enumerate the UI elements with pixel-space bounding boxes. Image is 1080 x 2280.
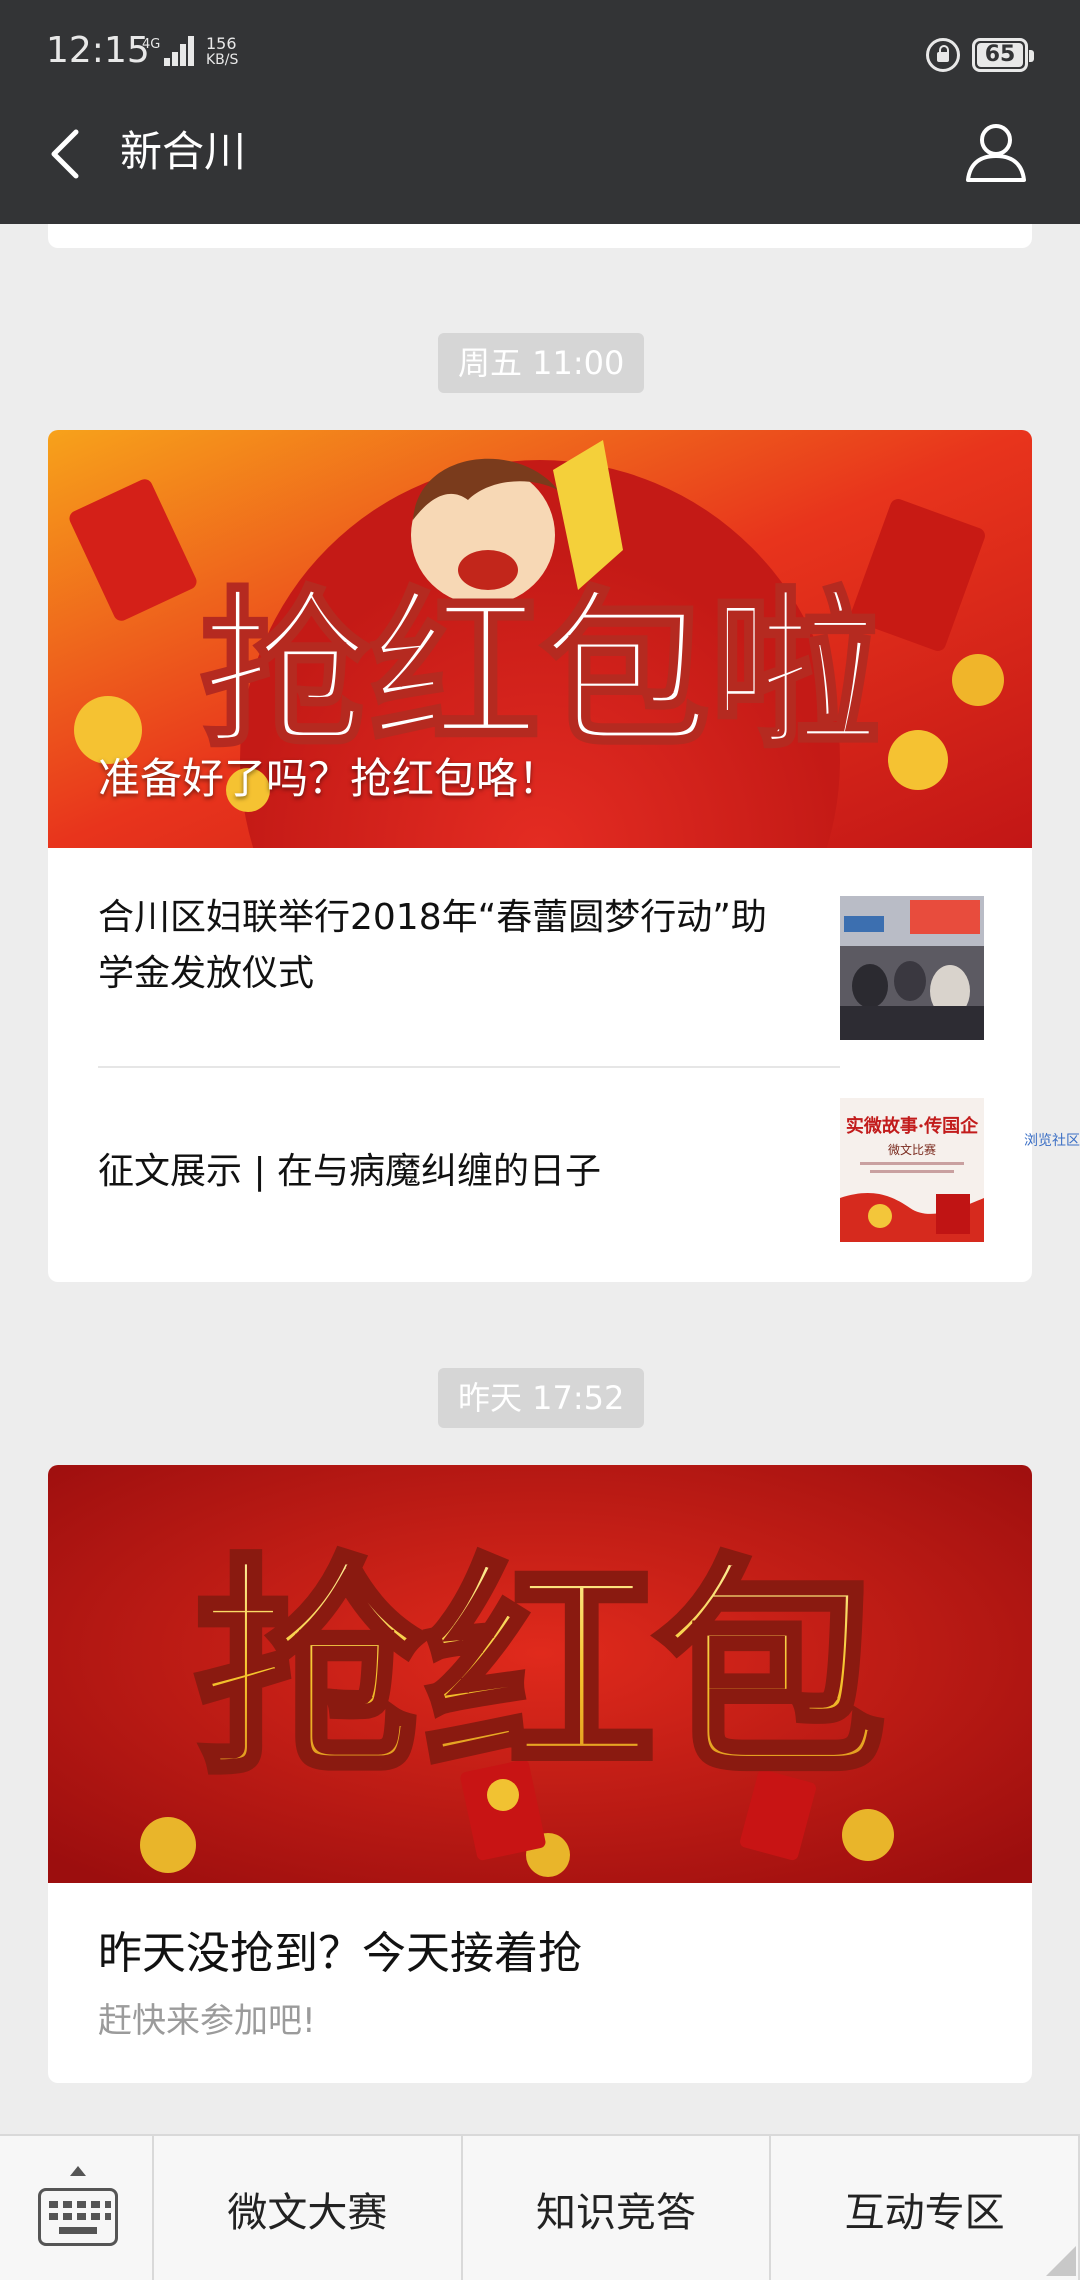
banner-art-text: 抢红包 bbox=[195, 1535, 885, 1805]
menu-item-interaction-zone[interactable]: 互动专区 bbox=[771, 2136, 1080, 2280]
keyboard-toggle-button[interactable] bbox=[0, 2136, 154, 2280]
network-speed: 156 KB/S bbox=[206, 34, 239, 69]
battery-level: 65 bbox=[984, 42, 1016, 67]
user-profile-icon[interactable] bbox=[964, 120, 1028, 184]
speed-value: 156 bbox=[206, 34, 237, 53]
red-packet-banner-image: 抢红包 bbox=[48, 1465, 1032, 1883]
page-title: 新合川 bbox=[120, 127, 247, 176]
keyboard-icon bbox=[38, 2188, 118, 2246]
message-timestamp: 周五 11:00 bbox=[438, 333, 645, 393]
sub-article-thumbnail bbox=[840, 896, 984, 1040]
sub-article-title: 合川区妇联举行2018年“春蕾圆梦行动”助学金发放仪式 bbox=[98, 897, 767, 994]
bottom-menu: 微文大赛 知识竞答 互动专区 bbox=[0, 2134, 1080, 2280]
article-card[interactable]: 抢红包 昨天没抢到？今天接着抢 赶快来参加吧! bbox=[48, 1465, 1032, 2083]
back-arrow-icon[interactable] bbox=[46, 128, 86, 180]
battery-icon: 65 bbox=[972, 38, 1034, 72]
resize-corner-icon bbox=[1046, 2246, 1076, 2276]
article-card: 抢红包啦 准备好了吗？抢红包咯！ 合川区妇联举行2018年“春蕾圆梦行动”助学金… bbox=[48, 430, 1032, 1282]
chevron-up-icon bbox=[70, 2166, 86, 2176]
signal-icon bbox=[160, 34, 194, 66]
banner-art-text: 抢红包啦 bbox=[200, 573, 880, 771]
message-timestamp: 昨天 17:52 bbox=[438, 1368, 645, 1428]
article-title: 昨天没抢到？今天接着抢 bbox=[98, 1928, 582, 1979]
menu-item-knowledge-quiz[interactable]: 知识竞答 bbox=[463, 2136, 772, 2280]
thumbnail-subheading: 微文比赛 bbox=[888, 1142, 936, 1157]
speed-unit: KB/S bbox=[206, 52, 239, 68]
sub-article-title: 征文展示 | 在与病魔纠缠的日子 bbox=[98, 1151, 602, 1192]
rotation-lock-icon bbox=[926, 38, 960, 72]
sub-article-item[interactable]: 征文展示 | 在与病魔纠缠的日子 实微故事·传国企 微文比赛 bbox=[48, 1068, 1032, 1282]
sub-article-thumbnail: 实微故事·传国企 微文比赛 bbox=[840, 1098, 984, 1242]
status-bar: 12:15 4G 156 KB/S 65 bbox=[0, 0, 1080, 110]
article-banner[interactable]: 抢红包 bbox=[48, 1465, 1032, 1883]
previous-message-card[interactable] bbox=[48, 224, 1032, 248]
network-type: 4G bbox=[142, 37, 161, 52]
sub-article-item[interactable]: 合川区妇联举行2018年“春蕾圆梦行动”助学金发放仪式 bbox=[48, 848, 1032, 1068]
article-description: 赶快来参加吧! bbox=[98, 2001, 316, 2041]
side-link[interactable]: 浏览社区 bbox=[1024, 1130, 1080, 1150]
menu-item-micro-essay-contest[interactable]: 微文大赛 bbox=[154, 2136, 463, 2280]
status-time: 12:15 bbox=[46, 30, 150, 71]
top-bar: 12:15 4G 156 KB/S 65 新合川 bbox=[0, 0, 1080, 224]
article-banner[interactable]: 抢红包啦 准备好了吗？抢红包咯！ bbox=[48, 430, 1032, 848]
thumbnail-heading: 实微故事·传国企 bbox=[846, 1115, 979, 1137]
banner-caption: 准备好了吗？抢红包咯！ bbox=[98, 754, 561, 803]
